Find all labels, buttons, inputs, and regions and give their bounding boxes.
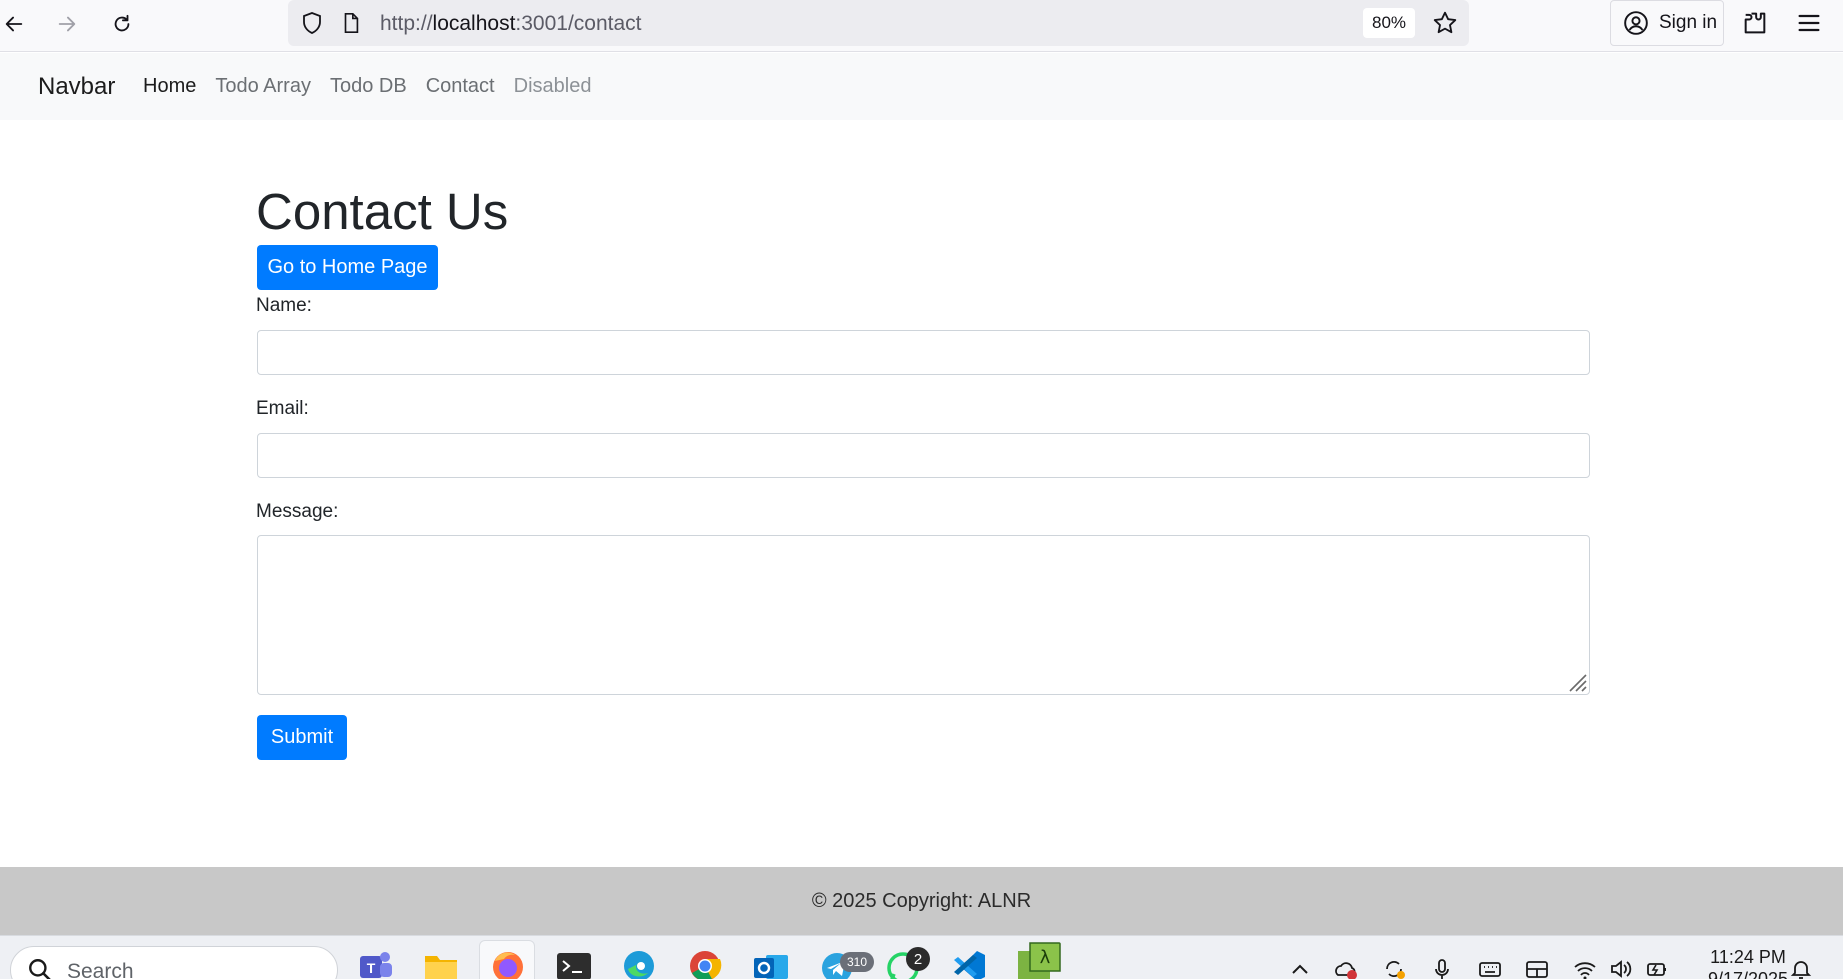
resize-grip-icon[interactable] bbox=[1565, 670, 1587, 692]
forward-arrow-icon bbox=[58, 16, 76, 32]
page-icon[interactable] bbox=[340, 11, 362, 35]
nav-link-contact[interactable]: Contact bbox=[426, 75, 495, 98]
reload-button[interactable] bbox=[104, 6, 140, 42]
chrome-app-icon[interactable] bbox=[686, 947, 724, 979]
pen-menu-icon[interactable] bbox=[1525, 958, 1549, 979]
nav-link-disabled: Disabled bbox=[513, 75, 592, 97]
bookmark-star-icon[interactable] bbox=[1432, 10, 1458, 36]
submit-button[interactable]: Submit bbox=[257, 715, 347, 760]
back-button[interactable] bbox=[0, 6, 32, 42]
app-navbar: Navbar Home Todo Array Todo DB Contact D… bbox=[0, 53, 1843, 120]
nav-link-todo-array[interactable]: Todo Array bbox=[215, 75, 311, 98]
chevron-up-icon[interactable] bbox=[1288, 958, 1312, 979]
outlook-app-icon[interactable] bbox=[752, 947, 790, 979]
nav-link-home[interactable]: Home bbox=[143, 75, 196, 98]
volume-icon[interactable] bbox=[1609, 958, 1633, 979]
name-input[interactable] bbox=[257, 330, 1590, 375]
reload-icon bbox=[114, 14, 130, 32]
clock-time: 11:24 PM bbox=[1710, 947, 1786, 967]
name-label: Name: bbox=[256, 295, 312, 316]
edge-app-icon[interactable] bbox=[620, 947, 658, 979]
lambda-app-icon[interactable]: λ bbox=[1016, 941, 1062, 979]
sync-icon[interactable] bbox=[1382, 958, 1406, 979]
page-footer: © 2025 Copyright: ALNR bbox=[0, 867, 1843, 935]
forward-button[interactable] bbox=[49, 6, 85, 42]
vscode-app-icon[interactable] bbox=[950, 947, 988, 979]
url-host: localhost bbox=[432, 12, 516, 35]
teams-app-icon[interactable]: T bbox=[356, 947, 394, 979]
onedrive-error-icon[interactable] bbox=[1334, 958, 1358, 979]
taskbar-search[interactable]: Search bbox=[10, 946, 338, 979]
go-home-button[interactable]: Go to Home Page bbox=[257, 245, 438, 290]
navbar-links: Home Todo Array Todo DB Contact Disabled bbox=[143, 75, 591, 98]
nav-link-todo-db[interactable]: Todo DB bbox=[330, 75, 407, 98]
clock-date: 9/17/2025 bbox=[1707, 969, 1789, 979]
battery-charging-icon[interactable] bbox=[1645, 958, 1669, 979]
shield-icon[interactable] bbox=[300, 11, 324, 35]
footer-copyright: © 2025 Copyright: ALNR bbox=[811, 889, 1032, 912]
navbar-brand[interactable]: Navbar bbox=[38, 73, 115, 101]
message-textarea[interactable] bbox=[257, 535, 1590, 695]
account-icon bbox=[1624, 11, 1648, 35]
url-scheme: http:// bbox=[380, 12, 433, 35]
svg-text:λ: λ bbox=[1040, 947, 1051, 968]
email-label: Email: bbox=[256, 398, 309, 419]
sign-in-button[interactable]: Sign in bbox=[1610, 0, 1724, 46]
windows-taskbar: Search T 310 2 λ 11:24 PM 9/17/2025 bbox=[0, 935, 1843, 979]
svg-text:T: T bbox=[367, 960, 376, 976]
microphone-icon[interactable] bbox=[1430, 958, 1454, 979]
email-input[interactable] bbox=[257, 433, 1590, 478]
firefox-app-icon bbox=[493, 952, 523, 979]
keyboard-icon[interactable] bbox=[1478, 958, 1502, 979]
sign-in-label: Sign in bbox=[1659, 12, 1718, 33]
page-title: Contact Us bbox=[256, 183, 509, 240]
zoom-level-badge[interactable]: 80% bbox=[1363, 8, 1415, 38]
menu-hamburger-icon[interactable] bbox=[1795, 9, 1823, 37]
notifications-icon[interactable] bbox=[1789, 958, 1813, 979]
telegram-unread-badge: 310 bbox=[840, 952, 874, 972]
firefox-app-slot[interactable] bbox=[479, 940, 535, 979]
search-icon bbox=[29, 959, 51, 979]
url-text[interactable]: http://localhost:3001/contact bbox=[380, 12, 642, 36]
back-arrow-icon bbox=[5, 16, 23, 32]
whatsapp-unread-badge: 2 bbox=[906, 947, 930, 971]
address-bar[interactable]: http://localhost:3001/contact 80% bbox=[288, 0, 1469, 46]
url-path: :3001/contact bbox=[515, 12, 642, 35]
taskbar-search-placeholder: Search bbox=[67, 960, 134, 979]
extensions-icon[interactable] bbox=[1741, 9, 1769, 37]
taskbar-clock[interactable]: 11:24 PM 9/17/2025 bbox=[1700, 946, 1796, 979]
wifi-icon[interactable] bbox=[1573, 958, 1597, 979]
message-label: Message: bbox=[256, 501, 339, 522]
file-explorer-app-icon[interactable] bbox=[422, 947, 460, 979]
terminal-app-icon[interactable] bbox=[555, 947, 593, 979]
browser-toolbar: http://localhost:3001/contact 80% Sign i… bbox=[0, 0, 1843, 52]
